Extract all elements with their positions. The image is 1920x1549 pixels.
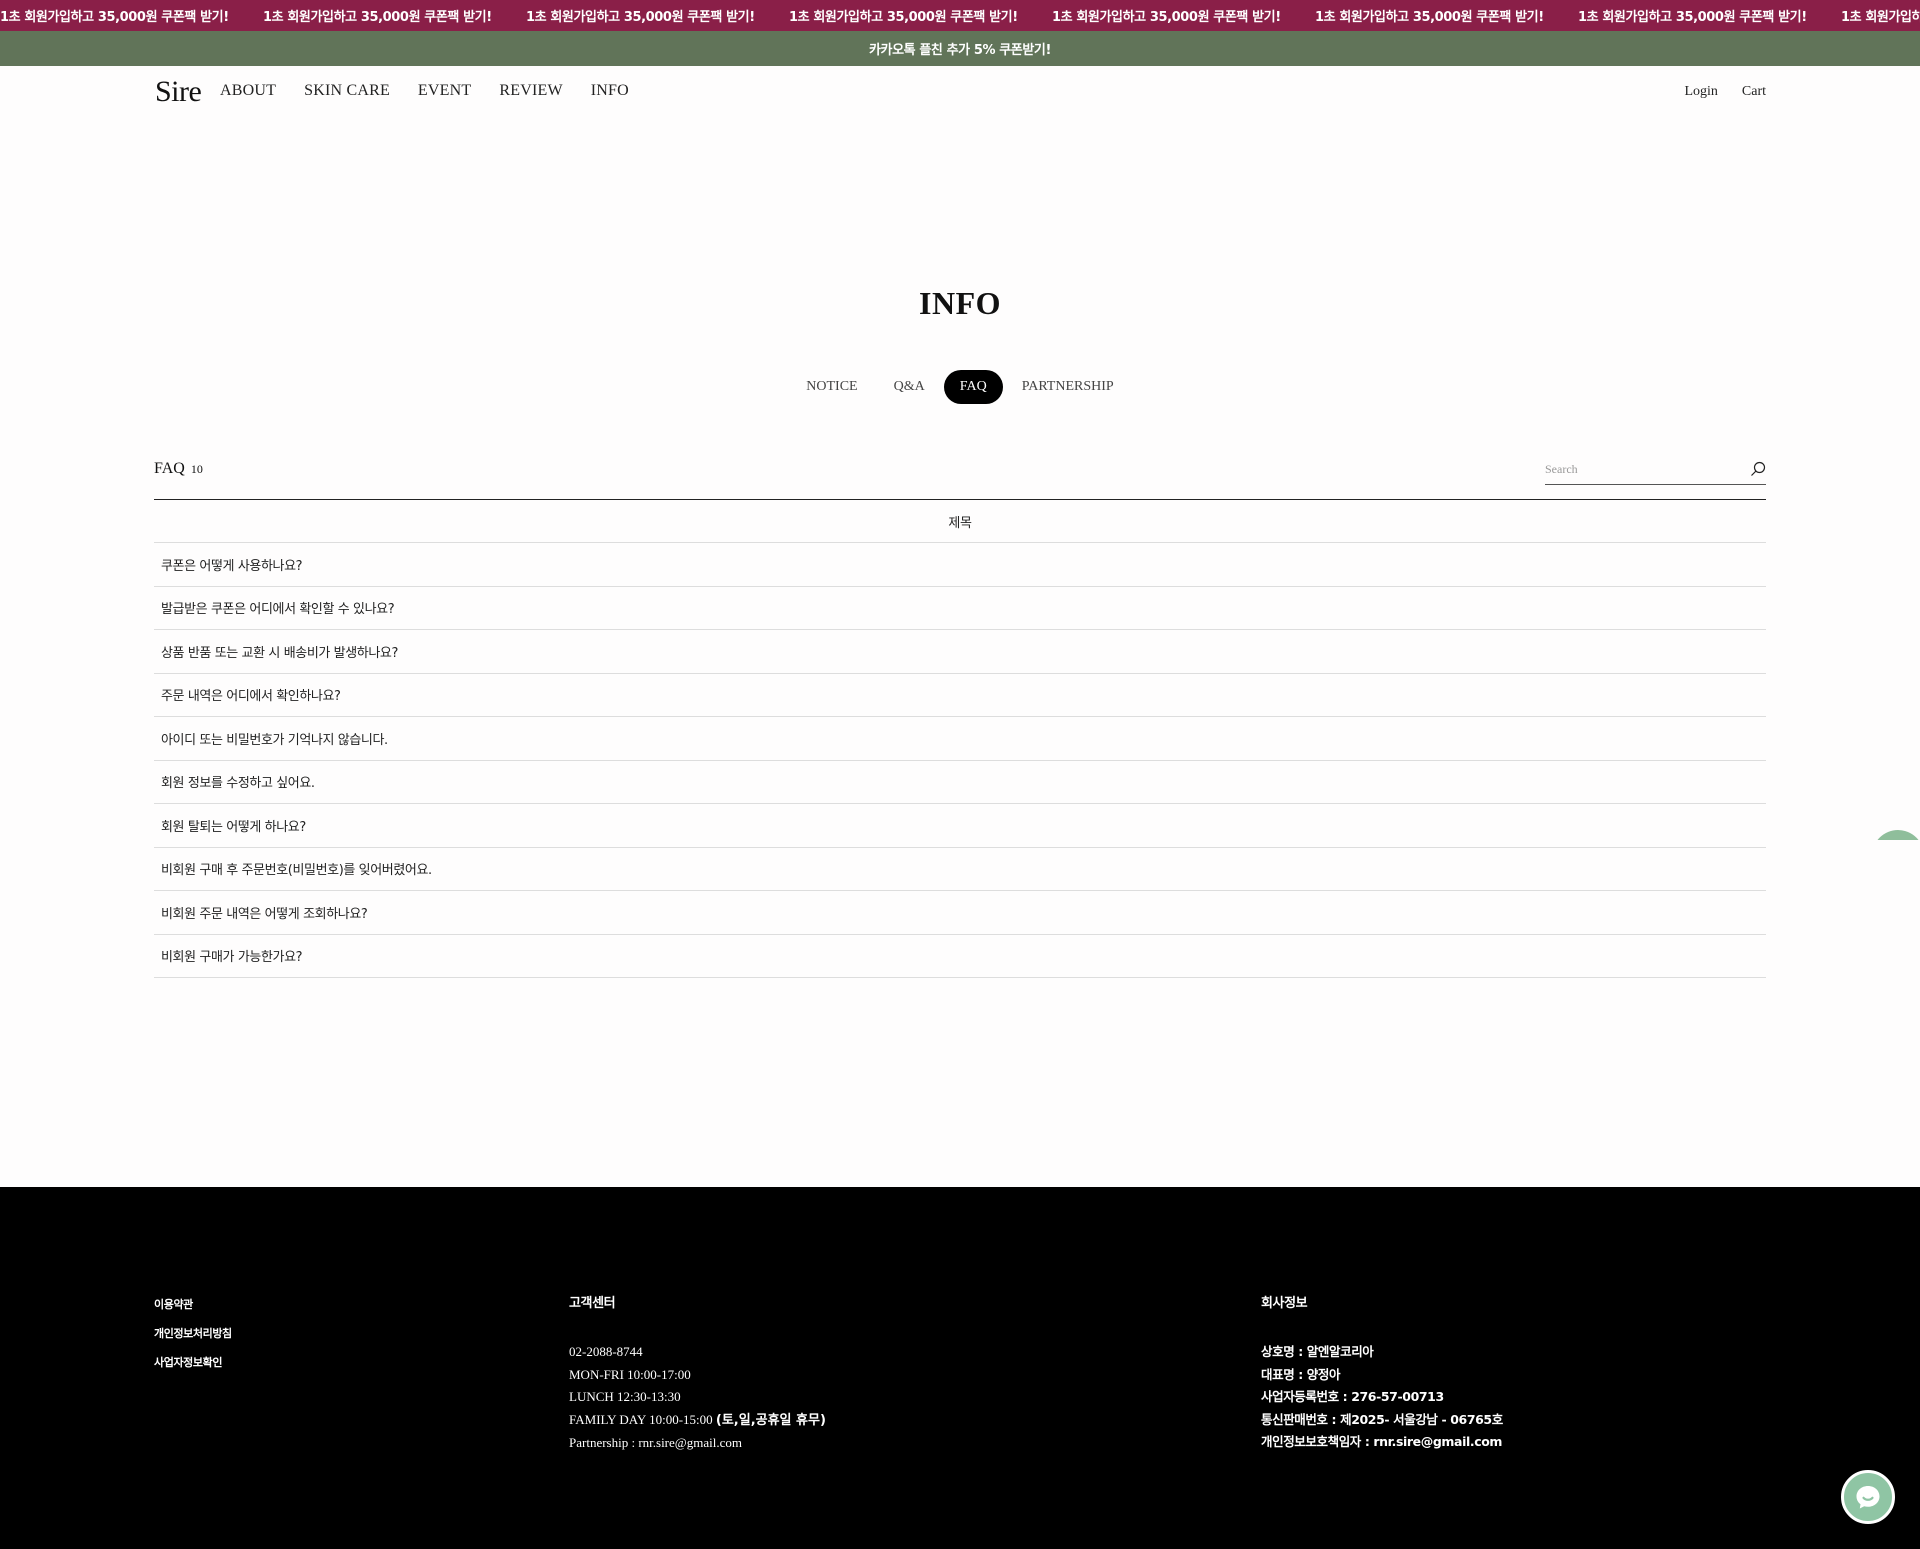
nav-event[interactable]: EVENT <box>418 82 471 100</box>
floating-widget-circle <box>1872 830 1920 840</box>
main-nav: ABOUT SKIN CARE EVENT REVIEW INFO <box>220 82 657 100</box>
mail-order-number: 통신판매번호 : 제2025- 서울강남 - 06765호 <box>1261 1411 1503 1427</box>
company-info-title: 회사정보 <box>1261 1296 1308 1311</box>
faq-question: 비회원 구매가 가능한가요? <box>161 950 303 966</box>
nav-about[interactable]: ABOUT <box>220 82 276 100</box>
page-title: INFO <box>919 285 1001 321</box>
marquee-item: 1초 회원가입하고 35,000원 쿠폰팩 받기! <box>1052 10 1281 25</box>
faq-row[interactable]: 주문 내역은 어디에서 확인하나요? <box>154 674 1766 717</box>
info-tabs: NOTICE Q&A FAQ PARTNERSHIP <box>0 370 1920 404</box>
site-header: Sire ABOUT SKIN CARE EVENT REVIEW INFO L… <box>0 66 1920 118</box>
business-hours: MON-FRI 10:00-17:00 <box>569 1366 691 1382</box>
board-count: 10 <box>190 462 203 476</box>
faq-row[interactable]: 회원 탈퇴는 어떻게 하나요? <box>154 804 1766 848</box>
login-link[interactable]: Login <box>1684 84 1717 100</box>
faq-list: 쿠폰은 어떻게 사용하나요? 발급받은 쿠폰은 어디에서 확인할 수 있나요? … <box>154 543 1766 978</box>
tab-qna[interactable]: Q&A <box>877 370 942 404</box>
business-info-link[interactable]: 사업자정보확인 <box>154 1354 232 1370</box>
privacy-policy-link[interactable]: 개인정보처리방침 <box>154 1325 232 1341</box>
board-title-text: FAQ <box>154 460 185 477</box>
faq-row[interactable]: 비회원 주문 내역은 어떻게 조회하나요? <box>154 891 1766 935</box>
faq-row[interactable]: 상품 반품 또는 교환 시 배송비가 발생하나요? <box>154 630 1766 674</box>
search-input[interactable] <box>1545 455 1735 483</box>
company-name: 상호명 : 알엔알코리아 <box>1261 1344 1374 1359</box>
nav-info[interactable]: INFO <box>591 82 629 100</box>
board-title: FAQ 10 <box>154 460 203 478</box>
faq-question: 상품 반품 또는 교환 시 배송비가 발생하나요? <box>161 645 398 661</box>
tab-partnership[interactable]: PARTNERSHIP <box>1005 370 1131 404</box>
partnership-email: Partnership : rnr.sire@gmail.com <box>569 1435 742 1450</box>
faq-row[interactable]: 발급받은 쿠폰은 어디에서 확인할 수 있나요? <box>154 587 1766 630</box>
nav-skin-care[interactable]: SKIN CARE <box>304 82 390 100</box>
board-header: FAQ 10 <box>154 455 1766 500</box>
faq-question: 발급받은 쿠폰은 어디에서 확인할 수 있나요? <box>161 602 395 618</box>
site-footer: 이용약관 개인정보처리방침 사업자정보확인 고객센터 02-2088-8744 … <box>0 1187 1920 1549</box>
faq-question: 아이디 또는 비밀번호가 기억나지 않습니다. <box>161 732 388 748</box>
company-info: 회사정보 상호명 : 알엔알코리아 대표명 : 양정아 사업자등록번호 : 27… <box>1261 1292 1503 1454</box>
kakao-banner[interactable]: 카카오톡 플친 추가 5% 쿠폰받기! <box>0 31 1920 66</box>
chat-bubble-icon <box>1856 1486 1880 1509</box>
promo-marquee[interactable]: 1초 회원가입하고 35,000원 쿠폰팩 받기! 1초 회원가입하고 35,0… <box>0 0 1920 31</box>
faq-question: 쿠폰은 어떻게 사용하나요? <box>161 558 303 574</box>
faq-question: 회원 정보를 수정하고 싶어요. <box>161 776 315 792</box>
cart-link[interactable]: Cart <box>1742 84 1766 100</box>
family-day-note: (토,일,공휴일 휴무) <box>715 1412 826 1428</box>
tab-faq[interactable]: FAQ <box>943 370 1003 404</box>
customer-center: 고객센터 02-2088-8744 MON-FRI 10:00-17:00 LU… <box>569 1292 826 1455</box>
floating-widget-edge[interactable] <box>1866 830 1920 840</box>
faq-row[interactable]: 비회원 구매가 가능한가요? <box>154 935 1766 978</box>
faq-question: 회원 탈퇴는 어떻게 하나요? <box>161 819 306 835</box>
ceo-name: 대표명 : 양정아 <box>1261 1366 1341 1382</box>
marquee-item: 1초 회원가입하고 35,000원 쿠폰팩 받기! <box>263 10 492 25</box>
search-box <box>1545 455 1766 485</box>
faq-row[interactable]: 쿠폰은 어떻게 사용하나요? <box>154 543 1766 587</box>
utility-menu: Login Cart <box>1684 84 1766 100</box>
business-registration: 사업자등록번호 : 276-57-00713 <box>1261 1389 1444 1404</box>
family-day: FAMILY DAY 10:00-15:00 (토,일,공휴일 휴무) <box>569 1409 826 1433</box>
marquee-item: 1초 회원가입하고 35,000원 쿠폰팩 받기! <box>789 10 1018 25</box>
lunch-hours: LUNCH 12:30-13:30 <box>569 1389 681 1404</box>
terms-link[interactable]: 이용약관 <box>154 1296 232 1312</box>
privacy-officer: 개인정보보호책임자 : rnr.sire@gmail.com <box>1261 1434 1503 1449</box>
search-icon[interactable] <box>1750 461 1766 477</box>
nav-review[interactable]: REVIEW <box>499 82 562 100</box>
marquee-item: 1초 회원가입하고 35,000원 쿠폰팩 받기! <box>1315 10 1544 25</box>
chat-button[interactable] <box>1841 1470 1895 1524</box>
footer-links: 이용약관 개인정보처리방침 사업자정보확인 <box>154 1296 232 1383</box>
marquee-item: 1초 회원가입하고 35,000원 쿠폰팩 받기! <box>1578 10 1807 25</box>
marquee-track: 1초 회원가입하고 35,000원 쿠폰팩 받기! 1초 회원가입하고 35,0… <box>0 0 1920 31</box>
marquee-item: 1초 회원가입하고 35,000원 쿠폰팩 받기! <box>0 10 229 25</box>
column-header-title: 제목 <box>948 515 972 531</box>
column-header: 제목 <box>154 500 1766 543</box>
faq-row[interactable]: 아이디 또는 비밀번호가 기억나지 않습니다. <box>154 717 1766 761</box>
phone-number: 02-2088-8744 <box>569 1344 643 1359</box>
faq-question: 비회원 구매 후 주문번호(비밀번호)를 잊어버렸어요. <box>161 863 432 879</box>
faq-row[interactable]: 회원 정보를 수정하고 싶어요. <box>154 761 1766 804</box>
faq-question: 주문 내역은 어디에서 확인하나요? <box>161 689 341 705</box>
customer-center-title: 고객센터 <box>569 1296 616 1311</box>
faq-row[interactable]: 비회원 구매 후 주문번호(비밀번호)를 잊어버렸어요. <box>154 848 1766 891</box>
marquee-item: 1초 회원가입하고 35,000원 쿠폰팩 받기! <box>526 10 755 25</box>
family-day-hours: FAMILY DAY 10:00-15:00 <box>569 1411 716 1427</box>
marquee-item: 1초 회원가입하고 35,000원 쿠폰팩 받기! <box>1841 10 1920 25</box>
kakao-banner-text: 카카오톡 플친 추가 5% 쿠폰받기! <box>868 43 1052 58</box>
tab-notice[interactable]: NOTICE <box>789 370 874 404</box>
logo[interactable]: Sire <box>155 75 202 109</box>
faq-question: 비회원 주문 내역은 어떻게 조회하나요? <box>161 906 368 922</box>
